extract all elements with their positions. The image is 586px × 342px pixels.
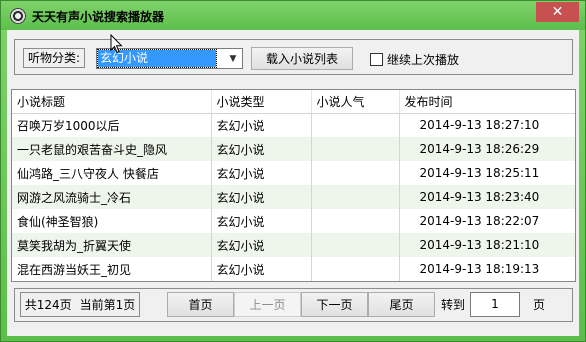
table-row[interactable]: 莫笑我胡为_折翼天使 玄幻小说 2014-9-13 18:21:10	[12, 233, 575, 257]
page-unit-label: 页	[533, 298, 546, 312]
cell-title: 混在西游当妖王_初见	[12, 257, 212, 281]
last-page-button[interactable]: 尾页	[368, 292, 435, 317]
novel-table[interactable]: 小说标题 小说类型 小说人气 发布时间 召唤万岁1000以后 玄幻小说 2014…	[11, 89, 576, 282]
app-window: 天天有声小说搜索播放器 ✕ 听物分类: 玄幻小说 ▼ 载入小说列表 继续上次播放	[0, 0, 586, 342]
cell-time: 2014-9-13 18:27:10	[399, 113, 575, 137]
cell-popularity	[311, 161, 400, 185]
cell-type: 玄幻小说	[211, 257, 312, 281]
mouse-pointer-icon	[110, 34, 123, 54]
cell-title: 食仙(神圣智狼)	[12, 209, 212, 233]
app-disc-icon	[10, 8, 26, 24]
cell-type: 玄幻小说	[211, 113, 312, 137]
cell-time: 2014-9-13 18:21:10	[399, 233, 575, 257]
cell-type: 玄幻小说	[211, 137, 312, 161]
close-button[interactable]: ✕	[536, 2, 579, 22]
page-number-input[interactable]: 1	[470, 292, 520, 317]
cell-type: 玄幻小说	[211, 161, 312, 185]
cell-time: 2014-9-13 18:25:11	[399, 161, 575, 185]
cell-type: 玄幻小说	[211, 209, 312, 233]
column-header-type[interactable]: 小说类型	[211, 90, 312, 114]
cell-popularity	[311, 257, 400, 281]
page-current: 当前第1页	[79, 298, 136, 312]
cell-type: 玄幻小说	[211, 233, 312, 257]
cell-time: 2014-9-13 18:22:07	[399, 209, 575, 233]
pagination-bar: 共124页 当前第1页 首页 上一页 下一页 尾页 转到 1 页	[14, 288, 573, 322]
cell-time: 2014-9-13 18:23:40	[399, 185, 575, 209]
checkbox-box[interactable]	[370, 53, 383, 66]
continue-playback-label: 继续上次播放	[387, 53, 460, 67]
table-row[interactable]: 食仙(神圣智狼) 玄幻小说 2014-9-13 18:22:07	[12, 209, 575, 233]
page-total: 共124页	[24, 298, 72, 312]
load-list-button[interactable]: 载入小说列表	[251, 47, 353, 70]
continue-playback-checkbox[interactable]: 继续上次播放	[370, 51, 459, 68]
cell-title: 召唤万岁1000以后	[12, 113, 212, 137]
cell-popularity	[311, 185, 400, 209]
window-title: 天天有声小说搜索播放器	[32, 10, 165, 24]
cell-popularity	[311, 113, 400, 137]
table-row[interactable]: 仙鸿路_三八守夜人 快餐店 玄幻小说 2014-9-13 18:25:11	[12, 161, 575, 185]
first-page-button[interactable]: 首页	[167, 292, 234, 317]
table-header-row: 小说标题 小说类型 小说人气 发布时间	[12, 90, 575, 114]
table-row[interactable]: 召唤万岁1000以后 玄幻小说 2014-9-13 18:27:10	[12, 113, 575, 137]
cell-title: 网游之风流骑士_冷石	[12, 185, 212, 209]
chevron-down-icon[interactable]: ▼	[224, 49, 242, 68]
table-row[interactable]: 混在西游当妖王_初见 玄幻小说 2014-9-13 18:19:13	[12, 257, 575, 281]
table-row[interactable]: 一只老鼠的艰苦奋斗史_隐风 玄幻小说 2014-9-13 18:26:29	[12, 137, 575, 161]
cell-title: 莫笑我胡为_折翼天使	[12, 233, 212, 257]
cell-popularity	[311, 209, 400, 233]
table-row[interactable]: 网游之风流骑士_冷石 玄幻小说 2014-9-13 18:23:40	[12, 185, 575, 209]
prev-page-button[interactable]: 上一页	[234, 292, 301, 317]
next-page-button[interactable]: 下一页	[301, 292, 368, 317]
category-label: 听物分类:	[23, 48, 86, 68]
cell-popularity	[311, 137, 400, 161]
cell-popularity	[311, 233, 400, 257]
title-bar[interactable]: 天天有声小说搜索播放器 ✕	[1, 1, 585, 30]
page-info: 共124页 当前第1页	[20, 292, 140, 317]
column-header-title[interactable]: 小说标题	[12, 90, 212, 114]
cell-title: 一只老鼠的艰苦奋斗史_隐风	[12, 137, 212, 161]
cell-time: 2014-9-13 18:19:13	[399, 257, 575, 281]
cell-time: 2014-9-13 18:26:29	[399, 137, 575, 161]
column-header-time[interactable]: 发布时间	[399, 90, 575, 114]
cell-title: 仙鸿路_三八守夜人 快餐店	[12, 161, 212, 185]
client-area: 听物分类: 玄幻小说 ▼ 载入小说列表 继续上次播放 小说标题 小说类型 小说人…	[7, 30, 579, 336]
column-header-popularity[interactable]: 小说人气	[311, 90, 400, 114]
goto-label: 转到	[441, 298, 466, 312]
filter-group: 听物分类: 玄幻小说 ▼ 载入小说列表 继续上次播放	[14, 39, 573, 75]
cell-type: 玄幻小说	[211, 185, 312, 209]
